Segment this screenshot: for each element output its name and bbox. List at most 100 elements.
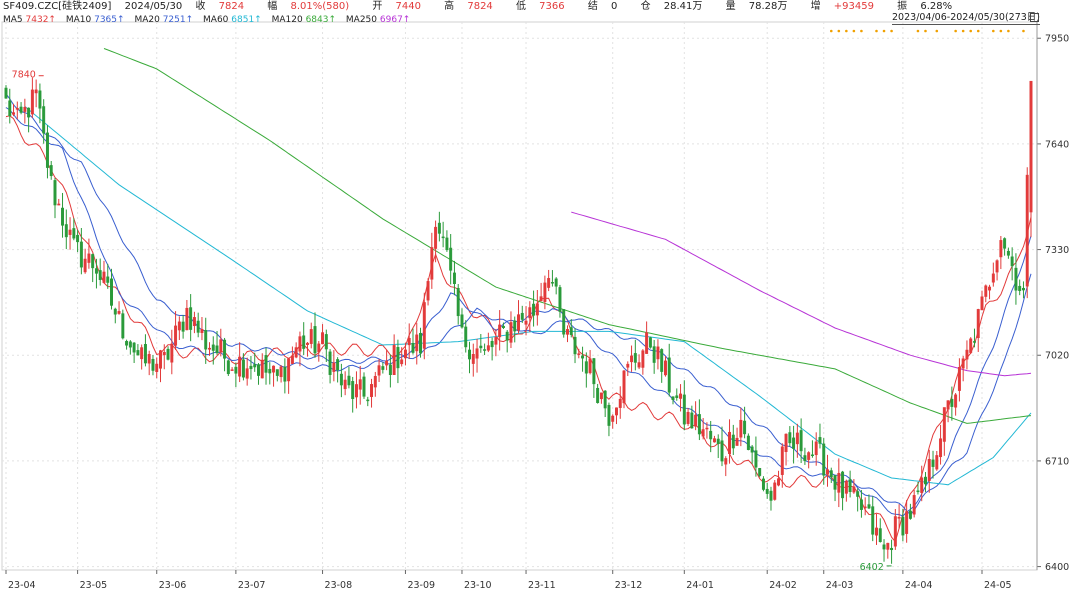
candle	[1003, 237, 1007, 256]
symbol-label: SF409.CZC[硅铁2409]	[3, 1, 112, 12]
candle	[988, 284, 992, 300]
candle-body	[777, 478, 780, 486]
candle	[637, 354, 641, 370]
candle-body	[615, 407, 618, 416]
signal-star	[924, 29, 927, 33]
candle	[64, 209, 68, 250]
candle-body	[475, 348, 479, 359]
candle-body	[509, 322, 513, 343]
candle	[999, 235, 1003, 270]
candle-body	[795, 432, 799, 445]
candle-body	[652, 346, 656, 363]
candle	[663, 356, 667, 377]
candle	[226, 359, 230, 376]
signal-star	[969, 29, 973, 33]
chart-grid	[1, 21, 1038, 571]
candle-body	[942, 407, 946, 442]
ma250-name: MA250	[345, 15, 378, 25]
candle	[735, 427, 739, 446]
candle-body	[984, 285, 988, 297]
candle-body	[381, 366, 385, 370]
candle-body	[445, 237, 449, 251]
candle-body	[671, 396, 675, 400]
ma-legend-item: MA20 7251↑	[134, 15, 193, 25]
candle	[761, 476, 765, 492]
candle	[430, 232, 434, 289]
candle-body	[939, 438, 943, 458]
candle-body	[524, 320, 528, 325]
candle-body	[573, 336, 577, 355]
candle-body	[94, 268, 98, 274]
candle	[539, 282, 543, 302]
candle	[569, 319, 573, 338]
candle	[550, 270, 554, 287]
x-tick-label: 23-04	[8, 580, 36, 591]
y-tick-label: 7640	[1045, 139, 1069, 150]
ma-legend-item: MA5 7432↑	[3, 15, 56, 25]
candle	[573, 328, 577, 364]
candle	[596, 383, 600, 404]
candle-body	[249, 365, 253, 370]
candle	[716, 434, 720, 459]
x-tick-label: 23-09	[407, 580, 435, 591]
candle-body	[245, 368, 249, 379]
amplitude-label: 振	[897, 1, 908, 12]
candle-body	[705, 427, 709, 430]
candle	[784, 433, 788, 466]
candle	[611, 414, 615, 429]
candle	[486, 332, 490, 353]
candle-body	[4, 87, 8, 99]
candle-body	[313, 326, 317, 354]
candle-body	[954, 394, 958, 408]
candle-body	[174, 325, 178, 346]
candle	[479, 333, 483, 353]
candle-body	[128, 341, 132, 348]
candle	[841, 470, 845, 511]
candle-body	[140, 347, 144, 360]
candle	[91, 253, 95, 283]
candle-body	[991, 273, 995, 283]
candle	[490, 337, 494, 361]
candle	[460, 308, 464, 329]
candle-body	[226, 360, 230, 375]
open-interest-label: 仓	[640, 1, 651, 12]
candle-body	[724, 458, 728, 465]
candle-body	[829, 470, 833, 478]
candle-body	[61, 207, 65, 226]
candle-body	[965, 349, 969, 360]
candle-body	[441, 236, 445, 239]
candle	[249, 355, 253, 380]
candle-body	[995, 260, 999, 273]
candle-body	[912, 495, 916, 515]
open-label: 开	[372, 1, 383, 12]
candle	[931, 450, 935, 479]
candle	[558, 284, 562, 318]
candle	[445, 230, 449, 252]
candle	[758, 467, 762, 478]
x-tick-label: 23-11	[528, 580, 556, 591]
candle	[976, 308, 980, 352]
candle-body	[347, 375, 351, 386]
signal-star	[954, 29, 957, 33]
candle	[886, 542, 890, 559]
candle	[464, 320, 468, 353]
date-range-label[interactable]: 2023/04/06-2024/05/30(273日)	[892, 12, 1040, 25]
candle	[916, 482, 920, 495]
ma-line-ma60	[24, 106, 1032, 486]
oi-change-value: +93459	[833, 1, 874, 12]
candle	[264, 347, 268, 385]
candle	[426, 278, 430, 306]
range-toggle-box[interactable]	[1030, 13, 1039, 22]
candle	[483, 343, 487, 356]
candle-body	[528, 307, 532, 319]
candle-body	[645, 332, 649, 354]
candle-body	[603, 390, 607, 409]
candle	[321, 324, 325, 345]
candle	[370, 378, 374, 408]
candle	[942, 407, 946, 456]
candle-body	[64, 224, 68, 238]
amplitude-value: 6.28%	[920, 1, 953, 12]
candle	[166, 346, 170, 361]
extreme-label: 6402	[860, 562, 884, 573]
candle-body	[305, 342, 309, 345]
